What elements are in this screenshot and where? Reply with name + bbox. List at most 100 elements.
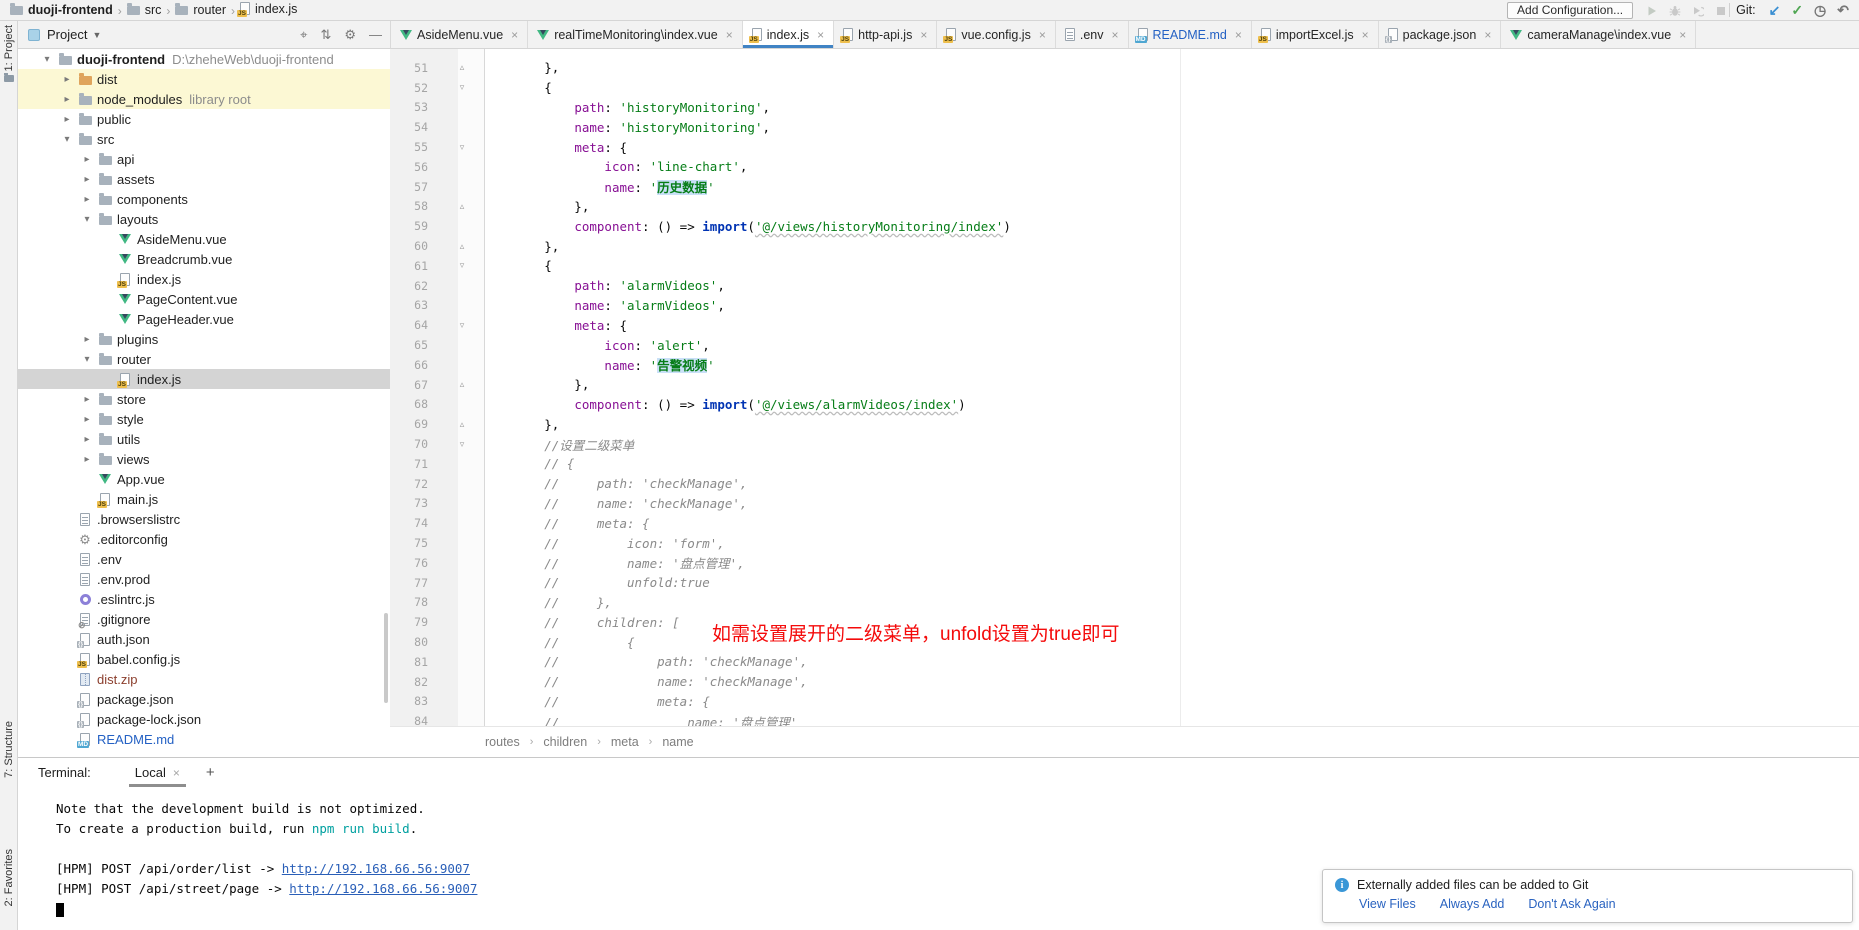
code-line[interactable]: 67▵ }, [390,375,1859,395]
close-icon[interactable]: × [1235,28,1242,42]
chevron-right-icon[interactable]: ▸ [78,434,96,445]
tree-item[interactable]: ▸views [18,449,390,469]
tree-item[interactable]: dist.zip [18,669,390,689]
code-line[interactable]: 72 // path: 'checkManage', [390,474,1859,494]
chevron-down-icon[interactable]: ▾ [58,134,76,145]
close-icon[interactable]: × [726,28,733,42]
code-line[interactable]: 75 // icon: 'form', [390,533,1859,553]
code-line[interactable]: 77 // unfold:true [390,573,1859,593]
code-line[interactable]: 52▿ { [390,78,1859,98]
fold-marker-icon[interactable]: ▿ [440,82,484,93]
tree-item[interactable]: ▾src [18,129,390,149]
tree-item[interactable]: MDREADME.md [18,729,390,749]
fold-marker-icon[interactable]: ▿ [440,260,484,271]
code-line[interactable]: 73 // name: 'checkManage', [390,494,1859,514]
tree-item[interactable]: PageContent.vue [18,289,390,309]
chevron-right-icon[interactable]: ▸ [58,114,76,125]
tree-item[interactable]: ▸plugins [18,329,390,349]
chevron-down-icon[interactable]: ▾ [78,214,96,225]
code-line[interactable]: 66 name: '告警视频' [390,355,1859,375]
code-line[interactable]: 83 // meta: { [390,692,1859,712]
tree-item[interactable]: ▸assets [18,169,390,189]
chevron-right-icon[interactable]: ▸ [78,414,96,425]
code-line[interactable]: 56 icon: 'line-chart', [390,157,1859,177]
tree-item[interactable]: ▸node_moduleslibrary root [18,89,390,109]
fold-marker-icon[interactable]: ▵ [440,62,484,73]
fold-marker-icon[interactable]: ▵ [440,379,484,390]
tree-item[interactable]: ▾duoji-frontendD:\zheheWeb\duoji-fronten… [18,49,390,69]
code-line[interactable]: 55▿ meta: { [390,137,1859,157]
chevron-right-icon[interactable]: ▸ [78,154,96,165]
close-icon[interactable]: × [1679,28,1686,42]
tree-item[interactable]: ▸api [18,149,390,169]
code-line[interactable]: 82 // name: 'checkManage', [390,672,1859,692]
fold-marker-icon[interactable]: ▿ [440,142,484,153]
breadcrumb-item[interactable]: router [175,3,226,17]
close-icon[interactable]: × [920,28,927,42]
breadcrumb-item[interactable]: duoji-frontend [10,3,113,17]
tree-item[interactable]: JSbabel.config.js [18,649,390,669]
tree-item[interactable]: AsideMenu.vue [18,229,390,249]
tree-item[interactable]: .env.prod [18,569,390,589]
code-line[interactable]: 51▵ }, [390,58,1859,78]
chevron-right-icon[interactable]: ▸ [58,74,76,85]
tree-item[interactable]: ⚙.editorconfig [18,529,390,549]
editor-tab[interactable]: .env× [1056,21,1129,48]
code-line[interactable]: 58▵ }, [390,197,1859,217]
close-icon[interactable]: × [173,766,180,780]
tree-item[interactable]: .env [18,549,390,569]
tree-item[interactable]: App.vue [18,469,390,489]
tree-item[interactable]: ▸store [18,389,390,409]
terminal-link[interactable]: http://192.168.66.56:9007 [282,861,470,876]
tree-item[interactable]: {}auth.json [18,629,390,649]
code-line[interactable]: 64▿ meta: { [390,315,1859,335]
breadcrumb-item[interactable]: src [127,3,162,17]
close-icon[interactable]: × [1111,28,1118,42]
collapse-all-icon[interactable]: ⇅ [320,27,331,43]
terminal-link[interactable]: http://192.168.66.56:9007 [289,881,477,896]
breadcrumb-item[interactable]: JSindex.js [240,2,297,16]
debug-icon[interactable] [1669,3,1681,17]
tree-item[interactable]: ▸components [18,189,390,209]
code-breadcrumb-item[interactable]: name [662,735,693,749]
sidebar-tab-project[interactable]: 1: Project [0,25,18,82]
tree-item[interactable]: ▾router [18,349,390,369]
close-icon[interactable]: × [817,28,824,42]
rerun-icon[interactable] [1692,3,1704,17]
sidebar-tab-favorites[interactable]: 2: Favorites [0,849,18,906]
chevron-right-icon[interactable]: ▸ [78,394,96,405]
close-icon[interactable]: × [1362,28,1369,42]
chevron-down-icon[interactable]: ▾ [78,354,96,365]
chevron-right-icon[interactable]: ▸ [78,334,96,345]
code-line[interactable]: 76 // name: '盘点管理', [390,553,1859,573]
editor-tab[interactable]: MDREADME.md× [1129,21,1252,48]
tree-item[interactable]: ▸public [18,109,390,129]
close-icon[interactable]: × [1484,28,1491,42]
code-line[interactable]: 61▿ { [390,256,1859,276]
code-line[interactable]: 53 path: 'historyMonitoring', [390,98,1859,118]
code-line[interactable]: 57 name: '历史数据' [390,177,1859,197]
chevron-down-icon[interactable]: ▼ [92,30,101,40]
chevron-right-icon[interactable]: ▸ [78,454,96,465]
code-line[interactable]: 54 name: 'historyMonitoring', [390,117,1859,137]
editor-tab[interactable]: JSimportExcel.js× [1252,21,1379,48]
editor-tab[interactable]: JShttp-api.js× [834,21,937,48]
terminal-tab-local[interactable]: Local × [129,758,186,787]
code-line[interactable]: 70▿ //设置二级菜单 [390,434,1859,454]
editor-tab[interactable]: JSvue.config.js× [937,21,1056,48]
code-line[interactable]: 69▵ }, [390,414,1859,434]
tree-item[interactable]: {}package-lock.json [18,709,390,729]
code-line[interactable]: 65 icon: 'alert', [390,335,1859,355]
git-commit-icon[interactable]: ✓ [1791,3,1803,17]
tree-item[interactable]: ▸dist [18,69,390,89]
tree-item[interactable]: Breadcrumb.vue [18,249,390,269]
add-configuration-button[interactable]: Add Configuration... [1507,2,1633,19]
code-line[interactable]: 59 component: () => import('@/views/hist… [390,216,1859,236]
code-line[interactable]: 68 component: () => import('@/views/alar… [390,395,1859,415]
locate-icon[interactable]: ⌖ [300,27,307,43]
tree-item[interactable]: PageHeader.vue [18,309,390,329]
notification-action-link[interactable]: Don't Ask Again [1528,897,1615,911]
notification-action-link[interactable]: Always Add [1440,897,1505,911]
chevron-right-icon[interactable]: ▸ [78,194,96,205]
code-line[interactable]: 71 // { [390,454,1859,474]
